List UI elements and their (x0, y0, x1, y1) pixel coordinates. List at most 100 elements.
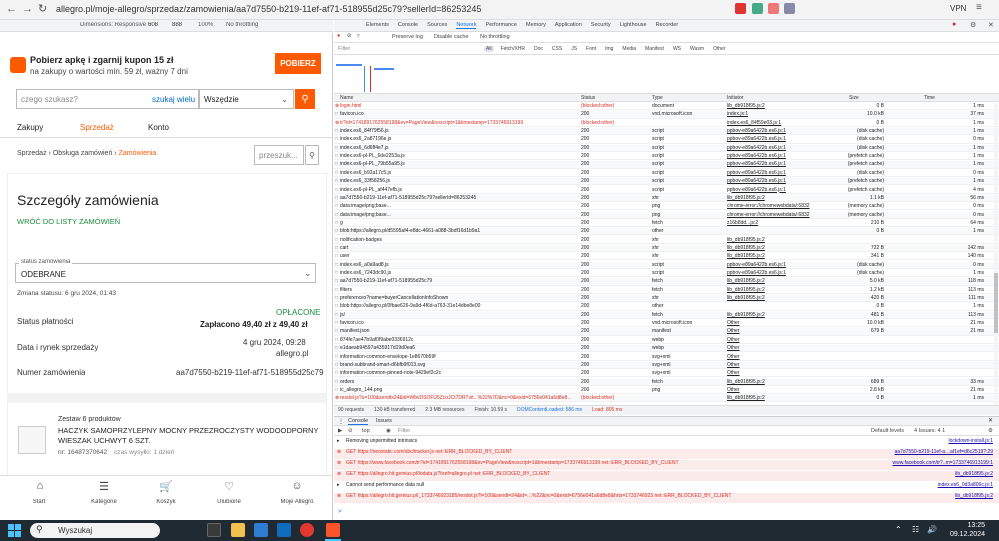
type-filter-button[interactable]: All (484, 46, 494, 52)
network-row[interactable]: □ information-common-envelope-1e8670b59f 2… (334, 354, 999, 361)
type-filter-button[interactable]: Doc (532, 46, 545, 52)
categories-icon[interactable]: ☰ (92, 480, 116, 493)
network-row[interactable]: ⊗ tr?id=1741891762558198&ev=PageView&nosc… (334, 120, 999, 127)
network-row[interactable]: □ data:image/png;base... 200 png chrome-erro… (334, 211, 999, 219)
network-row[interactable]: □ favicon.ico 200 vnd.microsoft.icon Other 10… (334, 320, 999, 328)
type-filter-button[interactable]: CSS (550, 46, 564, 52)
download-app-button[interactable]: POBIERZ (275, 53, 321, 74)
edge-icon[interactable] (277, 523, 291, 537)
bottom-nav-favorites[interactable]: Ulubione (209, 499, 249, 505)
network-row[interactable]: □ 874fe7ae47b9af0f9abe0336912c 200 webp Othe… (334, 337, 999, 344)
scrollbar[interactable] (994, 103, 998, 405)
bottom-nav-start[interactable]: Start (21, 499, 57, 505)
row-init[interactable]: lib_db918f95.js:2 (727, 237, 845, 244)
network-row[interactable]: □ data:image/png;base... 200 png chrome-erro… (334, 203, 999, 211)
disable-cache-checkbox[interactable]: Disable cache (434, 34, 469, 40)
forward-icon[interactable]: → (22, 3, 33, 15)
devtools-tab[interactable]: Console (398, 22, 418, 28)
error-count-icon[interactable]: ● (952, 21, 956, 28)
network-row[interactable]: □ aa7d7550-b219-11ef-af71-518955d25c79 200… (334, 278, 999, 286)
devtools-tab[interactable]: Memory (526, 22, 546, 28)
breadcrumb-search-input[interactable]: przeszuk... (254, 145, 304, 165)
extension-icon[interactable] (784, 3, 795, 14)
type-filter-button[interactable]: Media (620, 46, 638, 52)
product-image[interactable] (18, 426, 46, 454)
type-filter-button[interactable]: Other (711, 46, 728, 52)
expand-icon[interactable]: ▸ (337, 482, 340, 489)
clear-console-icon[interactable]: ⊘ (348, 428, 353, 434)
network-row[interactable]: □ brand-subbrand-smart-d6bfb9f013.svg 200 s… (334, 361, 999, 370)
throttling-select[interactable]: No throttling (480, 34, 510, 40)
network-row[interactable]: □ e1daeab94597a435917d19d0ea6 200 webp Other (334, 345, 999, 353)
sidebar-toggle-icon[interactable]: ▶ (338, 428, 342, 434)
eye-icon[interactable]: ◉ (386, 428, 391, 434)
network-row[interactable]: □ information-common-pinned-note-9429ef2c… (334, 370, 999, 378)
zoom-select[interactable]: 100% (198, 22, 213, 28)
gear-icon[interactable]: ⚙ (988, 428, 993, 434)
network-row[interactable]: □ user 200 xhr lib_db918f95.js:2 341 B 140 ms (334, 253, 999, 261)
filter-input-label[interactable]: Filter (338, 46, 350, 52)
breadcrumb-item[interactable]: Sprzedaż (17, 150, 47, 157)
network-row[interactable]: □ blob:https://allegro.pl/d5595af4-e8dc-4… (334, 228, 999, 236)
breadcrumb-search-button[interactable]: ⚲ (305, 145, 319, 165)
col-initiator[interactable]: Initiator (727, 95, 743, 101)
drawer-menu-icon[interactable]: ⋮ (338, 418, 344, 425)
store-icon[interactable] (254, 523, 268, 537)
vpn-button[interactable]: VPN (950, 4, 966, 13)
nav-item-zakupy[interactable]: Zakupy (17, 123, 43, 132)
console-source-link[interactable]: lockdown-install.js:1 (949, 438, 993, 445)
breadcrumb-item[interactable]: Obsługa zamówień (53, 150, 113, 157)
network-row[interactable]: ⊗ login.html (blocked:other) document lib_db… (334, 103, 999, 111)
close-icon[interactable]: ✕ (988, 417, 993, 424)
nav-item-sprzedaz[interactable]: Sprzedaż (80, 123, 114, 132)
network-row[interactable]: ⊗ resdot.js?u=100&sendtx24&id=WbvDSOFU5Zc… (334, 395, 999, 403)
console-filter-input[interactable]: Filter (398, 428, 410, 434)
brave-icon[interactable] (326, 523, 340, 537)
expand-icon[interactable]: ▸ (337, 438, 340, 445)
network-row[interactable]: □ blob:https://allegro.pl/0fbae626-9a9d-4… (334, 303, 999, 311)
type-filter-button[interactable]: WS (671, 46, 683, 52)
network-row[interactable]: □ index.es6-pl-PL_6de2253a.js 200 script ppb… (334, 153, 999, 161)
home-icon[interactable]: ⌂ (28, 480, 52, 492)
type-filter-button[interactable]: JS (569, 46, 579, 52)
network-row[interactable]: □ index.es6_33f58256.js 200 script ppbov-e89… (334, 178, 999, 186)
network-row[interactable]: □ index.es6_6d6ff4e7.js 200 script ppbov-e89… (334, 144, 999, 152)
clear-icon[interactable]: ⊘ (347, 33, 352, 39)
context-select[interactable]: top (362, 428, 370, 434)
extension-icon[interactable] (735, 3, 746, 14)
console-source-link[interactable]: www.facebook.com/tr?..m=1733746913199:1 (893, 460, 993, 467)
extension-icon[interactable] (752, 3, 763, 14)
clock-date[interactable]: 09.12.2024 (945, 531, 985, 538)
col-time[interactable]: Time (924, 95, 935, 101)
network-row[interactable]: □ index.es6_84f79f56.js 200 script ppbov-e89… (334, 128, 999, 136)
gear-icon[interactable]: ⚙ (970, 21, 976, 29)
filter-icon[interactable]: ▿ (357, 33, 360, 39)
preserve-log-checkbox[interactable]: Preserve log (392, 34, 423, 40)
devtools-tab[interactable]: Recorder (656, 22, 679, 28)
console-source-link[interactable]: lib_db918f95.js:2 (955, 493, 993, 500)
cart-icon[interactable]: 🛒 (154, 480, 178, 493)
back-icon[interactable]: ← (6, 3, 17, 15)
network-row[interactable]: □ aa7d7550-b219-11ef-af71-518955d25c79?se… (334, 194, 999, 203)
devtools-tab[interactable]: Sources (427, 22, 447, 28)
col-size[interactable]: Size (849, 95, 859, 101)
heart-icon[interactable]: ♡ (217, 480, 241, 493)
network-overview-timeline[interactable] (334, 56, 999, 94)
network-row[interactable]: □ index.es6_b92a17c5.js 200 script ppbov-e89… (334, 170, 999, 177)
network-row[interactable]: □ ic_allegro_144.png 200 png Other 2.8 kB 21 m… (334, 387, 999, 395)
console-tab[interactable]: Console (348, 418, 369, 425)
type-filter-button[interactable]: Font (584, 46, 598, 52)
bottom-nav-categories[interactable]: Kategorie (84, 499, 124, 505)
network-icon[interactable]: ☷ (912, 525, 919, 534)
throttle-select[interactable]: No throttling (226, 22, 258, 28)
close-icon[interactable]: ✕ (988, 21, 994, 29)
network-row[interactable]: □ index.es6_a0a9ad8.js 200 script ppbov-e89a… (334, 261, 999, 269)
devtools-tab[interactable]: Performance (485, 22, 517, 28)
network-row[interactable]: □ preferences?name=buyerCancellationInfoS… (334, 295, 999, 303)
col-type[interactable]: Type (652, 95, 663, 101)
type-filter-button[interactable]: Wasm (688, 46, 706, 52)
console-source-link[interactable]: aa7d7550-b219-11ef-a…af1ef=d6c2519?:29 (895, 449, 993, 456)
devtools-tab[interactable]: Security (591, 22, 611, 28)
network-row[interactable]: □ manifest.json 200 manifest Other 679 B 21 ms (334, 328, 999, 336)
bottom-nav-my-allegro[interactable]: Moje Allegro (272, 499, 322, 505)
